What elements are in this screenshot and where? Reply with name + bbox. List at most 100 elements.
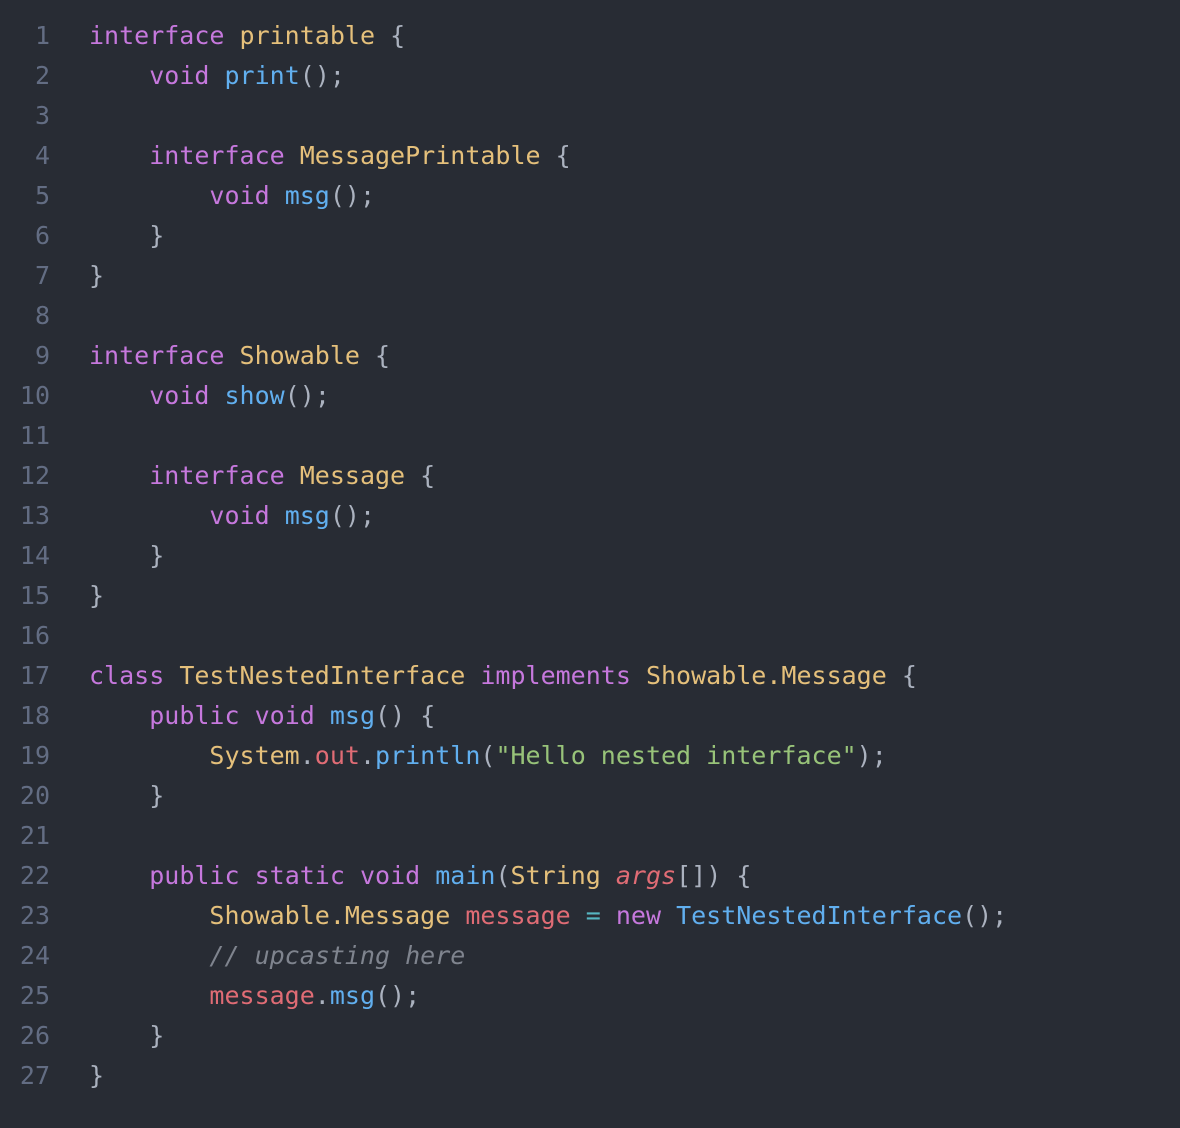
line-content[interactable]: interface Showable { xyxy=(50,336,390,376)
token-punct: { xyxy=(390,21,406,50)
token-keyword: interface xyxy=(149,461,285,490)
code-line[interactable]: 2 void print(); xyxy=(0,56,1180,96)
token-punct: } xyxy=(149,781,165,810)
code-line[interactable]: 1 interface printable { xyxy=(0,16,1180,56)
line-content[interactable]: } xyxy=(50,576,104,616)
line-content[interactable]: void msg(); xyxy=(50,496,375,536)
code-line[interactable]: 22 public static void main(String args[]… xyxy=(0,856,1180,896)
code-line[interactable]: 6 } xyxy=(0,216,1180,256)
line-content[interactable]: void msg(); xyxy=(50,176,375,216)
token-punct: { xyxy=(736,861,752,890)
code-line[interactable]: 7} xyxy=(0,256,1180,296)
line-content[interactable]: Showable.Message message = new TestNeste… xyxy=(50,896,1007,936)
code-line[interactable]: 5 void msg(); xyxy=(0,176,1180,216)
token-variable: out xyxy=(314,741,360,770)
line-content[interactable]: interface Message { xyxy=(50,456,435,496)
code-line[interactable]: 23 Showable.Message message = new TestNe… xyxy=(0,896,1180,936)
token-function: println xyxy=(375,741,481,770)
code-line[interactable]: 3 xyxy=(0,96,1180,136)
code-line[interactable]: 21 xyxy=(0,816,1180,856)
code-line[interactable]: 11 xyxy=(0,416,1180,456)
token-punct: (); xyxy=(284,381,330,410)
line-content[interactable]: } xyxy=(50,256,104,296)
line-content[interactable]: } xyxy=(50,1016,164,1056)
token-function: msg xyxy=(329,981,375,1010)
code-line[interactable]: 12 interface Message { xyxy=(0,456,1180,496)
token-punct: . xyxy=(314,981,330,1010)
code-line[interactable]: 18 public void msg() { xyxy=(0,696,1180,736)
line-content[interactable]: void show(); xyxy=(50,376,330,416)
line-content[interactable]: System.out.println("Hello nested interfa… xyxy=(50,736,886,776)
line-content[interactable]: interface printable { xyxy=(50,16,405,56)
code-line[interactable]: 24 // upcasting here xyxy=(0,936,1180,976)
line-content[interactable]: } xyxy=(50,216,164,256)
line-number: 17 xyxy=(19,661,50,690)
code-line[interactable]: 16 xyxy=(0,616,1180,656)
token-string: "Hello nested interface" xyxy=(495,741,857,770)
line-content[interactable]: void print(); xyxy=(50,56,345,96)
token-variable: message xyxy=(465,901,571,930)
line-number: 2 xyxy=(34,61,50,90)
line-number: 25 xyxy=(19,981,50,1010)
line-content[interactable]: public static void main(String args[]) { xyxy=(50,856,751,896)
token-function: print xyxy=(224,61,300,90)
code-line[interactable]: 19 System.out.println("Hello nested inte… xyxy=(0,736,1180,776)
line-content[interactable]: } xyxy=(50,776,164,816)
token-punct: { xyxy=(375,341,391,370)
line-content[interactable]: interface MessagePrintable { xyxy=(50,136,570,176)
line-number: 9 xyxy=(34,341,50,370)
code-line[interactable]: 20 } xyxy=(0,776,1180,816)
token-punct: . xyxy=(359,741,376,770)
line-number: 16 xyxy=(19,621,50,650)
code-line[interactable]: 15} xyxy=(0,576,1180,616)
code-line[interactable]: 9 interface Showable { xyxy=(0,336,1180,376)
code-line[interactable]: 17 class TestNestedInterface implements S… xyxy=(0,656,1180,696)
token-comment: // upcasting here xyxy=(209,941,466,970)
line-number: 1 xyxy=(34,21,50,50)
code-editor-view[interactable]: 1 interface printable {2 void print(); 3 4 … xyxy=(0,0,1180,1128)
token-keyword: static xyxy=(254,861,345,890)
code-line[interactable]: 4 interface MessagePrintable { xyxy=(0,136,1180,176)
line-content[interactable]: message.msg(); xyxy=(50,976,420,1016)
token-punct: { xyxy=(901,661,917,690)
code-line[interactable]: 13 void msg(); xyxy=(0,496,1180,536)
line-content[interactable]: // upcasting here xyxy=(50,936,465,976)
token-punct: } xyxy=(89,581,105,610)
token-keyword: void xyxy=(359,861,421,890)
code-line[interactable]: 10 void show(); xyxy=(0,376,1180,416)
line-content[interactable]: } xyxy=(50,1056,104,1096)
token-punct: } xyxy=(149,1021,165,1050)
line-content[interactable]: class TestNestedInterface implements Sho… xyxy=(50,656,917,696)
line-number: 15 xyxy=(19,581,50,610)
code-line[interactable]: 26 } xyxy=(0,1016,1180,1056)
token-punct: } xyxy=(149,221,165,250)
line-content[interactable]: public void msg() { xyxy=(50,696,435,736)
code-line[interactable]: 8 xyxy=(0,296,1180,336)
token-type: TestNestedInterface xyxy=(179,661,466,690)
token-type: printable xyxy=(239,21,375,50)
line-content[interactable]: } xyxy=(50,536,164,576)
token-function: show xyxy=(224,381,285,410)
code-line[interactable]: 14 } xyxy=(0,536,1180,576)
line-number: 5 xyxy=(34,181,50,210)
code-line[interactable]: 25 message.msg(); xyxy=(0,976,1180,1016)
token-keyword: interface xyxy=(89,341,225,370)
token-keyword: interface xyxy=(89,21,225,50)
code-line[interactable]: 27} xyxy=(0,1056,1180,1096)
